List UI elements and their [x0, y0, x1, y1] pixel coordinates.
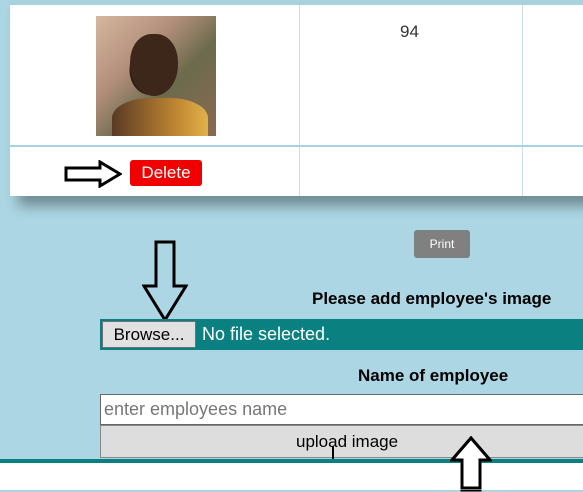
- table-cell-number: 94: [400, 22, 419, 41]
- print-button[interactable]: Print: [414, 230, 470, 258]
- down-arrow-icon: [142, 240, 188, 322]
- image-field-label: Please add employee's image: [312, 289, 552, 308]
- up-arrow-overlay: [450, 436, 492, 490]
- file-input: Browse... No file selected.: [100, 319, 583, 350]
- table-row-divider: [10, 145, 583, 147]
- bottom-panel: [0, 459, 583, 490]
- bottom-panel-border: [0, 459, 583, 463]
- name-field-label: Name of employee: [358, 366, 509, 385]
- browse-button[interactable]: Browse...: [102, 321, 196, 348]
- delete-button[interactable]: Delete: [130, 160, 202, 186]
- employee-photo: [96, 16, 216, 136]
- employee-name-input[interactable]: [100, 394, 583, 425]
- file-status-text: No file selected.: [202, 324, 331, 344]
- right-arrow-icon: [64, 160, 122, 188]
- upload-image-button[interactable]: upload image: [100, 425, 583, 458]
